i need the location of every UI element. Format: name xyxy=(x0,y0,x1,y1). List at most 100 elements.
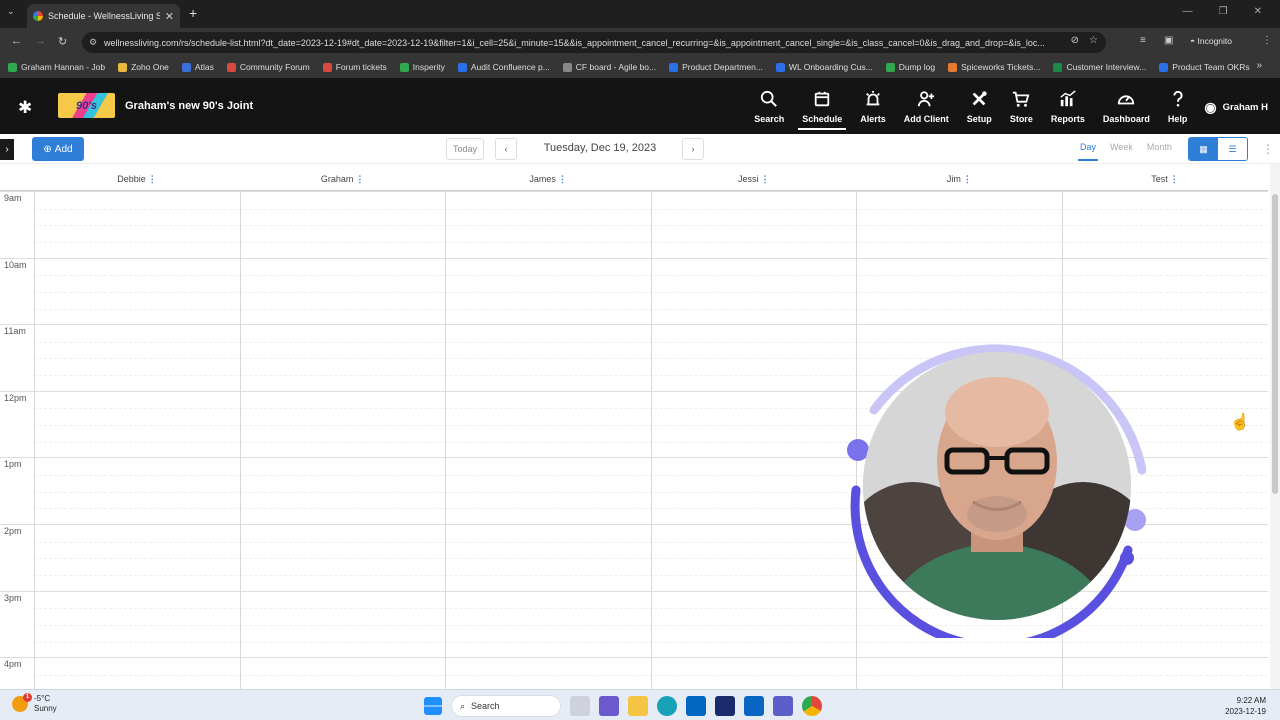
user-menu[interactable]: ◉ Graham H xyxy=(1204,78,1268,116)
bookmark-item[interactable]: Forum tickets xyxy=(322,62,387,72)
side-panel-icon[interactable]: ▣ xyxy=(1164,35,1173,46)
url-field[interactable]: ⚙ wellnessliving.com/rs/schedule-list.ht… xyxy=(82,32,1106,53)
mouse-pointer-icon: ☝ xyxy=(1230,414,1250,431)
nav-dashboard[interactable]: Dashboard xyxy=(1103,78,1150,134)
calendar-grid-icon: ▦ xyxy=(1199,143,1208,154)
alarm-icon xyxy=(864,90,882,114)
staff-options-icon[interactable]: ⋮ xyxy=(355,174,364,184)
teams-work-icon[interactable] xyxy=(773,696,793,716)
staff-column-header[interactable]: Jim ⋮ xyxy=(856,174,1062,185)
bookmark-item[interactable]: Graham Hannan - Job xyxy=(8,62,105,72)
staff-column-header[interactable]: James ⋮ xyxy=(445,174,651,185)
weather-badge: 1 xyxy=(23,693,32,702)
restore-icon[interactable]: ❐ xyxy=(1219,6,1228,17)
staff-column-header[interactable]: Jessi ⋮ xyxy=(651,174,857,185)
new-tab-icon[interactable]: + xyxy=(189,5,197,21)
previous-day-button[interactable]: ‹ xyxy=(495,138,517,160)
bookmark-item[interactable]: Spiceworks Tickets... xyxy=(948,62,1040,72)
calendar-view-button[interactable]: ▦ xyxy=(1189,138,1218,160)
eye-off-icon[interactable]: ⊘ xyxy=(1071,35,1079,46)
close-tab-icon[interactable]: ✕ xyxy=(165,10,174,23)
sun-icon: 1 xyxy=(12,693,32,712)
today-button[interactable]: Today xyxy=(446,138,484,160)
media-icon[interactable]: ≡ xyxy=(1140,35,1146,46)
taskbar-search[interactable]: ⌕ Search xyxy=(451,695,561,717)
list-view-button[interactable]: ☰ xyxy=(1218,138,1247,160)
minimize-icon[interactable]: — xyxy=(1183,6,1193,17)
site-info-icon[interactable]: ⚙ xyxy=(89,37,97,48)
nav-help[interactable]: Help xyxy=(1168,78,1187,134)
weather-widget[interactable]: 1 -5°C Sunny xyxy=(12,693,57,714)
bookmark-item[interactable]: Dump log xyxy=(885,62,935,72)
system-clock[interactable]: 9:22 AM 2023-12-19 xyxy=(1225,695,1266,717)
view-tab-week[interactable]: Week xyxy=(1103,142,1140,152)
bookmark-item[interactable]: Atlas xyxy=(181,62,214,72)
webcam-overlay xyxy=(846,340,1148,638)
bookmark-item[interactable]: WL Onboarding Cus... xyxy=(775,62,873,72)
teams-icon[interactable] xyxy=(599,696,619,716)
view-tab-day[interactable]: Day xyxy=(1073,142,1103,161)
staff-options-icon[interactable]: ⋮ xyxy=(148,174,157,184)
nav-alerts[interactable]: Alerts xyxy=(860,78,886,134)
bookmarks-bar: Graham Hannan - Job Zoho One Atlas Communit… xyxy=(0,56,1280,78)
settings-gear-icon[interactable]: ✱ xyxy=(18,98,32,118)
task-view-icon[interactable] xyxy=(570,696,590,716)
staff-options-icon[interactable]: ⋮ xyxy=(963,174,972,184)
nav-setup[interactable]: Setup xyxy=(967,78,992,134)
back-icon[interactable]: ← xyxy=(11,35,22,47)
hour-label: 11am xyxy=(4,326,26,337)
nav-reports[interactable]: Reports xyxy=(1051,78,1085,134)
business-logo[interactable]: 90's xyxy=(58,93,115,118)
hour-label: 9am xyxy=(4,193,22,203)
nav-label: Reports xyxy=(1050,114,1085,124)
bookmark-item[interactable]: CF board - Agile bo... xyxy=(562,62,656,72)
staff-column-header[interactable]: Test ⋮ xyxy=(1062,174,1268,185)
nav-label: Search xyxy=(754,114,785,124)
edge-icon[interactable] xyxy=(657,696,677,716)
more-options-icon[interactable]: ⋮ xyxy=(1262,142,1274,156)
nav-search[interactable]: Search xyxy=(754,78,784,134)
bookmark-item[interactable]: Insperity xyxy=(399,62,445,72)
bookmark-item[interactable]: Community Forum xyxy=(226,62,310,72)
expand-sidebar-button[interactable]: › xyxy=(0,139,14,160)
browser-menu-icon[interactable]: ⋮ xyxy=(1262,35,1272,46)
staff-column-header[interactable]: Graham ⋮ xyxy=(240,174,446,185)
windows-start-icon[interactable] xyxy=(424,697,442,715)
vertical-scrollbar[interactable] xyxy=(1270,164,1280,689)
nav-label: Setup xyxy=(966,114,992,124)
file-explorer-icon[interactable] xyxy=(628,696,648,716)
l-app-icon[interactable] xyxy=(715,696,735,716)
bookmark-star-icon[interactable]: ☆ xyxy=(1089,35,1098,46)
outlook-icon[interactable] xyxy=(744,696,764,716)
staff-column-header[interactable]: Debbie ⋮ xyxy=(34,174,240,185)
staff-options-icon[interactable]: ⋮ xyxy=(1170,174,1179,184)
nav-add-client[interactable]: Add Client xyxy=(904,78,949,134)
tab-list-chevron-icon[interactable]: ⌄ xyxy=(7,6,15,17)
next-day-button[interactable]: › xyxy=(682,138,704,160)
url-text: wellnessliving.com/rs/schedule-list.html… xyxy=(104,37,1045,48)
bookmark-item[interactable]: Product Departmen... xyxy=(669,62,763,72)
staff-options-icon[interactable]: ⋮ xyxy=(558,174,567,184)
bookmark-item[interactable]: Zoho One xyxy=(118,62,169,72)
incognito-badge[interactable]: ◓ Incognito xyxy=(1190,36,1232,46)
bookmark-item[interactable]: Audit Confluence p... xyxy=(457,62,550,72)
scrollbar-thumb[interactable] xyxy=(1272,194,1278,494)
store-icon[interactable] xyxy=(686,696,706,716)
hour-label: 3pm xyxy=(4,592,22,603)
view-tab-month[interactable]: Month xyxy=(1140,142,1179,152)
nav-store[interactable]: Store xyxy=(1010,78,1033,134)
bookmark-item[interactable]: Customer Interview... xyxy=(1053,62,1146,72)
nav-schedule[interactable]: Schedule xyxy=(798,78,847,134)
staff-options-icon[interactable]: ⋮ xyxy=(761,174,770,184)
add-button[interactable]: ⊕ Add xyxy=(32,137,84,161)
reload-icon[interactable]: ↻ xyxy=(58,35,67,48)
forward-icon[interactable]: → xyxy=(35,35,46,47)
address-bar-row: ← → ↻ ⚙ wellnessliving.com/rs/schedule-l… xyxy=(0,28,1280,56)
chrome-icon[interactable] xyxy=(802,696,822,716)
current-date[interactable]: Tuesday, Dec 19, 2023 xyxy=(520,142,680,154)
add-user-icon xyxy=(917,90,935,114)
bookmark-item[interactable]: Product Team OKRs xyxy=(1159,62,1250,72)
close-window-icon[interactable]: ✕ xyxy=(1254,6,1262,17)
more-bookmarks-icon[interactable]: » xyxy=(1256,60,1262,71)
browser-tab[interactable]: Schedule - WellnessLiving Syste ✕ xyxy=(27,4,180,28)
